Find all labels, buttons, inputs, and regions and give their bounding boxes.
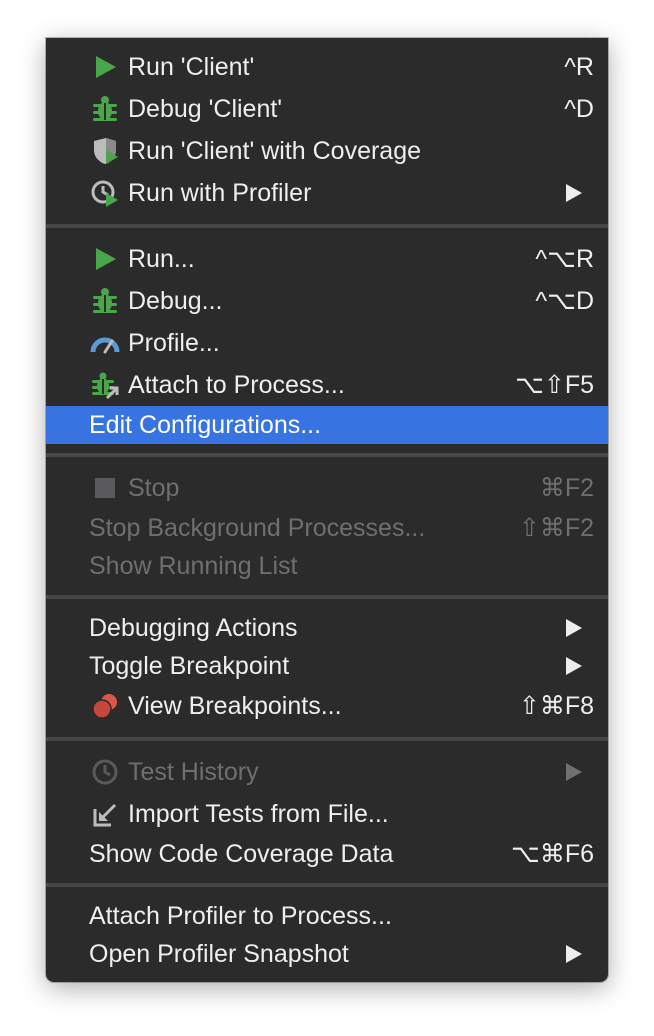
menu-item-edit-configurations[interactable]: Edit Configurations... bbox=[46, 406, 608, 444]
menu-item-label: Debug... bbox=[128, 287, 223, 315]
menu-item-label: Attach to Process... bbox=[128, 371, 345, 399]
stop-square-icon bbox=[90, 473, 120, 503]
menu-item-show-running-list[interactable]: Show Running List bbox=[46, 546, 608, 586]
menu-item-label: Debugging Actions bbox=[89, 614, 298, 642]
import-arrow-icon bbox=[90, 799, 120, 829]
menu-item-stop-background-processes[interactable]: Stop Background Processes... ⇧⌘F2 bbox=[46, 508, 608, 548]
menu-item-run[interactable]: Run... ^⌥R bbox=[46, 239, 608, 279]
menu-item-toggle-breakpoint[interactable]: Toggle Breakpoint bbox=[46, 646, 608, 686]
menu-item-shortcut: ^⌥R bbox=[535, 245, 594, 273]
menu-item-label: Edit Configurations... bbox=[89, 411, 322, 439]
submenu-arrow-icon bbox=[566, 945, 582, 963]
menu-item-shortcut: ^R bbox=[564, 53, 594, 81]
menu-item-shortcut: ⌘F2 bbox=[539, 474, 594, 502]
menu-item-debugging-actions[interactable]: Debugging Actions bbox=[46, 608, 608, 648]
menu-separator bbox=[46, 453, 608, 457]
menu-item-shortcut: ⇧⌘F8 bbox=[518, 692, 594, 720]
debug-bug-icon bbox=[90, 286, 120, 316]
menu-item-attach-profiler-to-process[interactable]: Attach Profiler to Process... bbox=[46, 896, 608, 936]
menu-item-label: Show Code Coverage Data bbox=[89, 840, 394, 868]
menu-item-label: View Breakpoints... bbox=[128, 692, 342, 720]
run-menu: Run 'Client' ^R Debug 'Client' ^D Run 'C… bbox=[46, 38, 608, 982]
menu-item-stop[interactable]: Stop ⌘F2 bbox=[46, 468, 608, 508]
menu-item-label: Run with Profiler bbox=[128, 179, 312, 207]
menu-item-label: Import Tests from File... bbox=[128, 800, 389, 828]
menu-item-label: Run 'Client' bbox=[128, 53, 255, 81]
menu-item-debug-client[interactable]: Debug 'Client' ^D bbox=[46, 89, 608, 129]
coverage-shield-icon bbox=[90, 136, 120, 166]
menu-item-test-history[interactable]: Test History bbox=[46, 752, 608, 792]
menu-item-label: Show Running List bbox=[89, 552, 298, 580]
menu-item-shortcut: ^D bbox=[564, 95, 594, 123]
attach-process-icon bbox=[90, 370, 120, 400]
menu-item-label: Attach Profiler to Process... bbox=[89, 902, 392, 930]
menu-item-run-with-profiler[interactable]: Run with Profiler bbox=[46, 173, 608, 213]
submenu-arrow-icon bbox=[566, 657, 582, 675]
menu-item-profile[interactable]: Profile... bbox=[46, 323, 608, 363]
debug-bug-icon bbox=[90, 94, 120, 124]
menu-separator bbox=[46, 737, 608, 741]
submenu-arrow-icon bbox=[566, 763, 582, 781]
menu-item-label: Profile... bbox=[128, 329, 220, 357]
run-icon bbox=[90, 244, 120, 274]
menu-item-label: Test History bbox=[128, 758, 259, 786]
menu-item-view-breakpoints[interactable]: View Breakpoints... ⇧⌘F8 bbox=[46, 686, 608, 726]
menu-separator bbox=[46, 224, 608, 228]
menu-item-run-with-coverage[interactable]: Run 'Client' with Coverage bbox=[46, 131, 608, 171]
menu-item-debug[interactable]: Debug... ^⌥D bbox=[46, 281, 608, 321]
menu-item-label: Open Profiler Snapshot bbox=[89, 940, 349, 968]
menu-item-show-code-coverage-data[interactable]: Show Code Coverage Data ⌥⌘F6 bbox=[46, 834, 608, 874]
history-clock-icon bbox=[90, 757, 120, 787]
submenu-arrow-icon bbox=[566, 619, 582, 637]
menu-item-label: Toggle Breakpoint bbox=[89, 652, 290, 680]
menu-item-label: Run 'Client' with Coverage bbox=[128, 137, 422, 165]
menu-item-label: Stop Background Processes... bbox=[89, 514, 426, 542]
menu-item-open-profiler-snapshot[interactable]: Open Profiler Snapshot bbox=[46, 934, 608, 974]
menu-item-shortcut: ^⌥D bbox=[535, 287, 594, 315]
menu-item-run-client[interactable]: Run 'Client' ^R bbox=[46, 47, 608, 87]
menu-item-shortcut: ⌥⇧F5 bbox=[515, 371, 594, 399]
menu-separator bbox=[46, 595, 608, 599]
menu-item-label: Debug 'Client' bbox=[128, 95, 283, 123]
menu-separator bbox=[46, 883, 608, 887]
breakpoints-icon bbox=[90, 691, 120, 721]
menu-item-shortcut: ⌥⌘F6 bbox=[511, 840, 594, 868]
menu-item-label: Stop bbox=[128, 474, 180, 502]
menu-item-shortcut: ⇧⌘F2 bbox=[518, 514, 594, 542]
run-icon bbox=[90, 52, 120, 82]
profile-gauge-icon bbox=[90, 328, 120, 358]
profiler-clock-icon bbox=[90, 178, 120, 208]
menu-item-attach-to-process[interactable]: Attach to Process... ⌥⇧F5 bbox=[46, 365, 608, 405]
submenu-arrow-icon bbox=[566, 184, 582, 202]
menu-item-label: Run... bbox=[128, 245, 195, 273]
menu-item-import-tests-from-file[interactable]: Import Tests from File... bbox=[46, 794, 608, 834]
